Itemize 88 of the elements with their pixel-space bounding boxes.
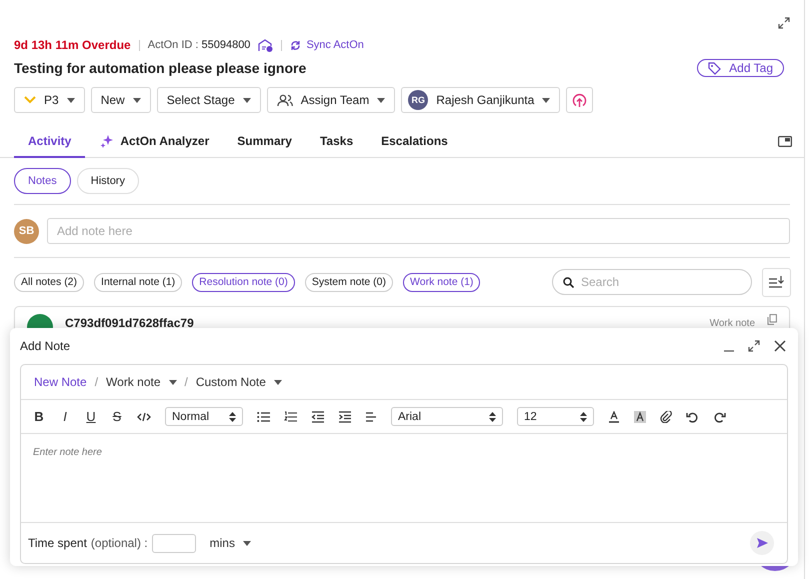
sync-link[interactable]: Sync ActOn	[290, 39, 364, 51]
acton-id-value: 55094800	[201, 39, 250, 51]
bold-button[interactable]: B	[33, 409, 45, 424]
sync-icon	[290, 40, 302, 50]
attach-icon[interactable]	[660, 410, 672, 422]
tab[interactable]: Summary	[223, 126, 306, 158]
code-icon[interactable]	[137, 410, 151, 422]
close-icon[interactable]	[774, 340, 786, 352]
send-icon	[756, 537, 768, 549]
sub-tab[interactable]: Notes	[14, 168, 71, 194]
heading-select[interactable]: Normal	[165, 407, 243, 426]
expand-icon[interactable]	[778, 17, 790, 29]
status-dropdown[interactable]: New	[90, 87, 151, 113]
outdent-icon[interactable]	[311, 410, 324, 422]
editor-placeholder: Enter note here	[33, 447, 102, 458]
updown-icon	[229, 412, 236, 422]
bullet-list-icon[interactable]	[257, 410, 270, 422]
copy-icon	[767, 314, 777, 325]
time-spent-label: Time spent	[28, 536, 87, 550]
caret-icon	[132, 98, 141, 102]
tab[interactable]: Tasks	[306, 126, 368, 158]
upload-circle-icon	[572, 92, 588, 108]
highlight-icon[interactable]	[634, 410, 646, 422]
tag-icon	[708, 62, 722, 74]
caret-icon	[168, 380, 176, 384]
expand-icon[interactable]	[748, 340, 760, 352]
acton-id-label: ActOn ID :	[148, 39, 198, 51]
sort-button[interactable]	[762, 268, 791, 296]
note-type-label: Work note	[710, 318, 755, 329]
unit-dropdown[interactable]: mins	[204, 535, 257, 551]
breadcrumb-dropdown[interactable]: Work note	[106, 375, 176, 389]
priority-dropdown[interactable]: P3	[14, 87, 85, 113]
chevron-icon	[24, 96, 36, 104]
updown-icon	[489, 412, 496, 422]
panel-icon[interactable]	[778, 136, 792, 147]
note-input[interactable]: Add note here	[47, 218, 790, 244]
caret-icon	[274, 380, 282, 384]
strike-button[interactable]: S	[111, 409, 123, 424]
search-field[interactable]: Search	[552, 269, 752, 295]
overdue-label: 9d 13h 11m Overdue	[14, 38, 131, 52]
avatar: RG	[408, 90, 428, 110]
tab[interactable]: Escalations	[367, 126, 462, 158]
caret-icon	[242, 540, 251, 546]
assignee-dropdown[interactable]: RG Rajesh Ganjikunta	[401, 87, 560, 113]
note-editor[interactable]: Enter note here	[21, 434, 787, 523]
ticket-title: Testing for automation please please ignore	[14, 60, 306, 76]
filter-chip[interactable]: Resolution note (0)	[192, 272, 295, 292]
optional-label: (optional) :	[90, 536, 148, 550]
breadcrumb-separator: /	[184, 375, 188, 389]
sparkle-icon	[99, 133, 116, 149]
numbered-list-icon[interactable]	[284, 410, 297, 422]
indent-icon[interactable]	[338, 410, 351, 422]
undo-icon[interactable]	[686, 410, 699, 422]
filter-chip[interactable]: All notes (2)	[14, 272, 84, 292]
filter-chip[interactable]: Internal note (1)	[94, 272, 182, 292]
underline-button[interactable]: U	[85, 409, 97, 424]
sort-icon	[768, 275, 785, 289]
avatar: SB	[14, 218, 39, 244]
tab[interactable]: Activity	[14, 126, 86, 158]
upload-button[interactable]	[566, 87, 594, 113]
filter-chip[interactable]: Work note (1)	[403, 272, 480, 292]
italic-button[interactable]: I	[59, 409, 71, 424]
building-lock-icon	[258, 38, 274, 52]
dialog-title: Add Note	[20, 339, 70, 353]
breadcrumb-item[interactable]: New Note	[34, 375, 87, 389]
size-select[interactable]: 12	[517, 407, 594, 426]
caret-icon	[66, 98, 75, 102]
align-icon[interactable]	[365, 410, 377, 422]
caret-icon	[377, 98, 386, 102]
send-button[interactable]	[750, 531, 774, 555]
status-dropdown[interactable]: Select Stage	[156, 87, 261, 113]
updown-icon	[580, 412, 587, 422]
tab[interactable]: ActOn Analyzer	[85, 126, 224, 158]
redo-icon[interactable]	[713, 410, 726, 422]
team-dropdown[interactable]: Assign Team	[266, 87, 396, 113]
note-id: C793df091d7628ffac79	[65, 316, 194, 330]
caret-icon	[242, 98, 251, 102]
time-input[interactable]	[152, 534, 196, 552]
add-tag-button[interactable]: Add Tag	[697, 59, 784, 77]
breadcrumb-dropdown[interactable]: Custom Note	[196, 375, 282, 389]
filter-chip[interactable]: System note (0)	[304, 272, 394, 292]
font-select[interactable]: Arial	[391, 407, 503, 426]
text-color-icon[interactable]	[608, 410, 620, 422]
sub-tab[interactable]: History	[76, 168, 139, 194]
caret-icon	[542, 98, 550, 102]
people-icon	[276, 94, 293, 106]
search-icon	[563, 277, 574, 288]
breadcrumb-separator: /	[94, 375, 98, 389]
